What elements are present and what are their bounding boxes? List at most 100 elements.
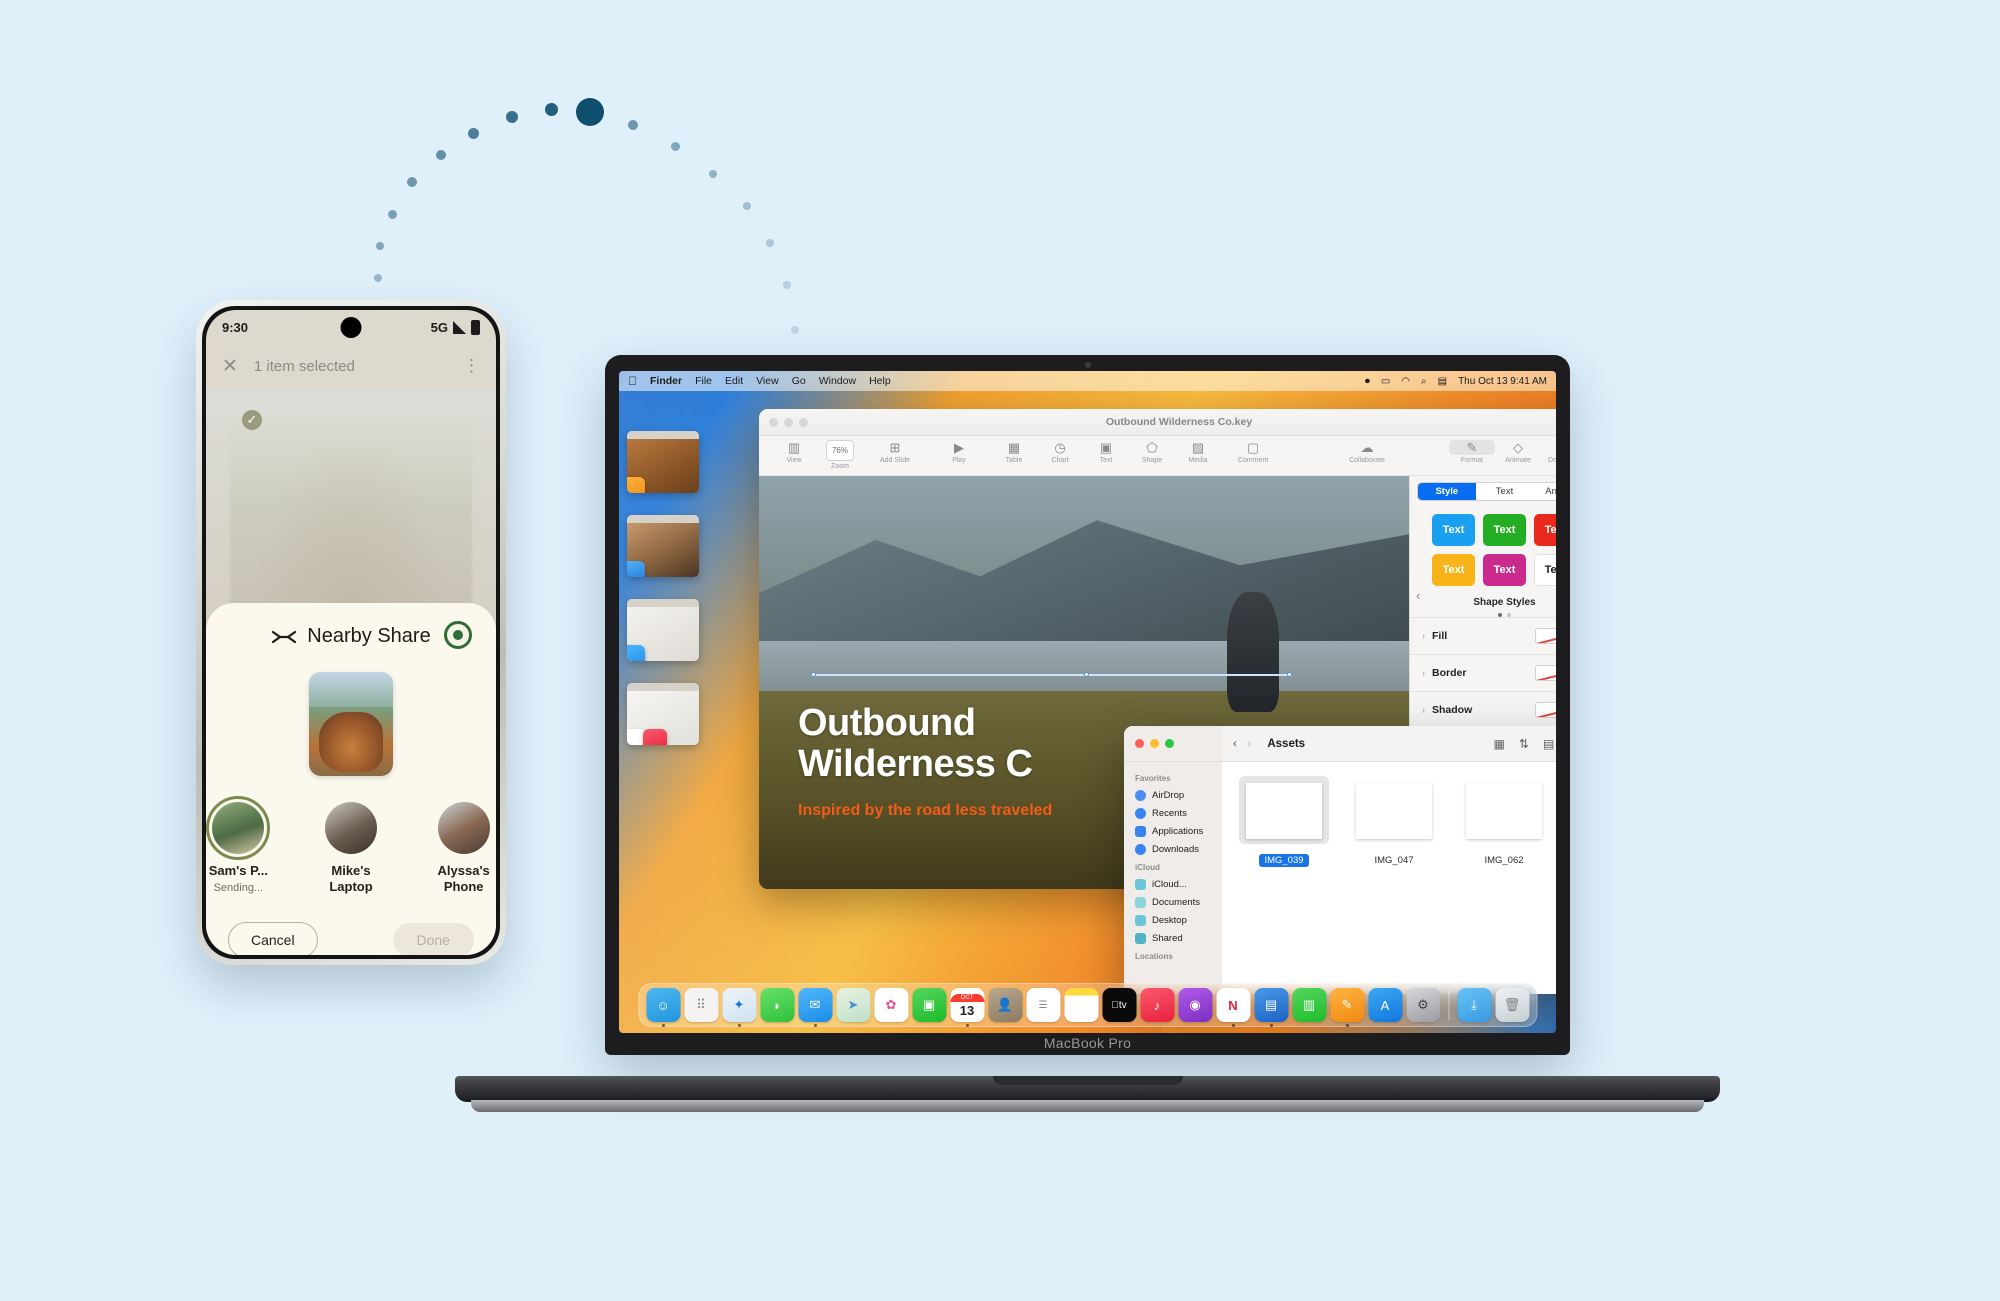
menu-go[interactable]: Go	[792, 375, 806, 387]
file-item-0[interactable]: IMG_039	[1238, 776, 1330, 994]
sidebar-item-downloads[interactable]: Downloads	[1124, 840, 1222, 858]
battery-icon[interactable]: ▭	[1381, 376, 1390, 387]
toolbar-media[interactable]: ▨ Media	[1175, 440, 1221, 464]
safari-icon[interactable]: ✦	[722, 988, 756, 1022]
sidebar-item-shared[interactable]: Shared	[1124, 929, 1222, 947]
numbers-icon[interactable]: ▥	[1292, 988, 1326, 1022]
toolbar-view[interactable]: ▥ View	[771, 440, 817, 464]
keynote-icon[interactable]: ▤	[1254, 988, 1288, 1022]
style-swatch-1[interactable]: Text	[1483, 514, 1526, 546]
stage-card-safari[interactable]	[627, 515, 699, 577]
shadow-swatch[interactable]	[1535, 702, 1556, 718]
style-swatch-2[interactable]: Text	[1534, 514, 1556, 546]
border-swatch[interactable]	[1535, 665, 1556, 681]
toolbar-table[interactable]: ▦ Table	[991, 440, 1037, 464]
menu-view[interactable]: View	[756, 375, 779, 387]
cancel-button[interactable]: Cancel	[228, 921, 318, 955]
close-icon[interactable]: ✕	[222, 357, 238, 376]
menu-bar-clock[interactable]: Thu Oct 13 9:41 AM	[1458, 376, 1547, 387]
sidebar-item-recents[interactable]: Recents	[1124, 804, 1222, 822]
toolbar-animate[interactable]: ◇ Animate	[1495, 440, 1541, 464]
maps-icon[interactable]: ➤	[836, 988, 870, 1022]
nearby-device-1[interactable]: Mike's Laptop	[319, 802, 384, 896]
news-icon[interactable]: N	[1216, 988, 1250, 1022]
toolbar-format[interactable]: ✎ Format	[1449, 440, 1495, 464]
wifi-icon[interactable]: ◠	[1401, 376, 1410, 387]
sort-icon[interactable]: ⇅	[1519, 737, 1529, 751]
inspector-row-shadow[interactable]: › Shadow	[1410, 691, 1556, 728]
pages-icon[interactable]: ✎	[1330, 988, 1364, 1022]
podcasts-icon[interactable]: ◉	[1178, 988, 1212, 1022]
sidebar-item-applications[interactable]: Applications	[1124, 822, 1222, 840]
tab-arrange[interactable]: Arrange	[1533, 483, 1556, 500]
group-icon[interactable]: ▤	[1543, 737, 1554, 751]
sidebar-item-documents[interactable]: Documents	[1124, 893, 1222, 911]
toolbar-comment[interactable]: ▢ Comment	[1221, 440, 1285, 464]
menu-file[interactable]: File	[695, 375, 712, 387]
minimize-button[interactable]	[1150, 739, 1159, 748]
stage-card-pages[interactable]	[627, 431, 699, 493]
file-item-2[interactable]: IMG_062	[1458, 776, 1550, 994]
reminders-icon[interactable]: ☰	[1026, 988, 1060, 1022]
chevron-left-icon[interactable]: ‹	[1416, 588, 1420, 603]
slide-subtitle-text[interactable]: Inspired by the road less traveled	[798, 802, 1052, 820]
now-playing-icon[interactable]: ⏺	[1365, 376, 1370, 387]
inspector-row-border[interactable]: › Border	[1410, 654, 1556, 691]
calendar-icon[interactable]: OCT 13	[950, 988, 984, 1022]
menu-help[interactable]: Help	[869, 375, 891, 387]
fill-swatch[interactable]	[1535, 628, 1556, 644]
contacts-icon[interactable]: 👤	[988, 988, 1022, 1022]
appstore-icon[interactable]: A	[1368, 988, 1402, 1022]
apple-menu-icon[interactable]: 	[628, 374, 637, 388]
tab-style[interactable]: Style	[1418, 483, 1476, 500]
slide-title-text[interactable]: Outbound Wilderness C	[798, 703, 1033, 785]
toolbar-chart[interactable]: ◷ Chart	[1037, 440, 1083, 464]
stage-card-news-music[interactable]	[627, 683, 699, 745]
file-item-1[interactable]: IMG_047	[1348, 776, 1440, 994]
trash-icon[interactable]: 🗑	[1495, 988, 1529, 1022]
messages-icon[interactable]: ◗	[760, 988, 794, 1022]
toolbar-add-slide[interactable]: ⊞ Add Slide	[863, 440, 927, 464]
forward-icon[interactable]: ›	[1248, 738, 1252, 750]
close-button[interactable]	[1135, 739, 1144, 748]
back-icon[interactable]: ‹	[1233, 738, 1237, 750]
notes-icon[interactable]	[1064, 988, 1098, 1022]
inspector-row-fill[interactable]: › Fill	[1410, 617, 1556, 654]
tab-text[interactable]: Text	[1476, 483, 1534, 500]
control-center-icon[interactable]: ▤	[1438, 376, 1447, 387]
grid-view-icon[interactable]: ▦	[1494, 737, 1505, 751]
menu-finder[interactable]: Finder	[650, 375, 682, 387]
style-swatch-0[interactable]: Text	[1432, 514, 1475, 546]
menu-window[interactable]: Window	[819, 375, 856, 387]
toolbar-collaborate[interactable]: ☁ Collaborate	[1335, 440, 1399, 464]
menu-edit[interactable]: Edit	[725, 375, 743, 387]
downloads-folder-icon[interactable]: ⤓	[1457, 988, 1491, 1022]
settings-icon[interactable]: ⚙	[1406, 988, 1440, 1022]
toolbar-text[interactable]: ▣ Text	[1083, 440, 1129, 464]
toolbar-zoom[interactable]: 76% Zoom	[817, 440, 863, 470]
finder-toolbar: ‹ › Assets ▦ ⇅ ▤ ⇪ ◇ » ⌕	[1124, 726, 1556, 762]
sidebar-item-desktop[interactable]: Desktop	[1124, 911, 1222, 929]
toolbar-play[interactable]: ▶ Play	[927, 440, 991, 464]
stage-card-mail[interactable]	[627, 599, 699, 661]
row-label: Fill	[1432, 630, 1448, 642]
finder-icon[interactable]: ☺	[646, 988, 680, 1022]
photos-icon[interactable]: ✿	[874, 988, 908, 1022]
music-icon[interactable]: ♪	[1140, 988, 1174, 1022]
zoom-button[interactable]	[1165, 739, 1174, 748]
toolbar-document[interactable]: ▣Document	[1541, 440, 1556, 464]
style-swatch-3[interactable]: Text	[1432, 554, 1475, 586]
facetime-icon[interactable]: ▣	[912, 988, 946, 1022]
mail-icon[interactable]: ✉	[798, 988, 832, 1022]
sidebar-item-icloud-drive[interactable]: iCloud...	[1124, 875, 1222, 893]
launchpad-icon[interactable]: ⠿	[684, 988, 718, 1022]
toolbar-shape[interactable]: ⬠ Shape	[1129, 440, 1175, 464]
nearby-device-0[interactable]: Sam's P... Sending...	[206, 796, 271, 896]
style-swatch-5[interactable]: Text	[1534, 554, 1556, 586]
style-swatch-4[interactable]: Text	[1483, 554, 1526, 586]
sidebar-item-airdrop[interactable]: AirDrop	[1124, 786, 1222, 804]
keynote-titlebar: Outbound Wilderness Co.key	[759, 409, 1556, 436]
finder-window-controls[interactable]	[1124, 726, 1222, 761]
appletv-icon[interactable]: tv	[1102, 988, 1136, 1022]
search-icon[interactable]: ⌕	[1421, 376, 1427, 387]
